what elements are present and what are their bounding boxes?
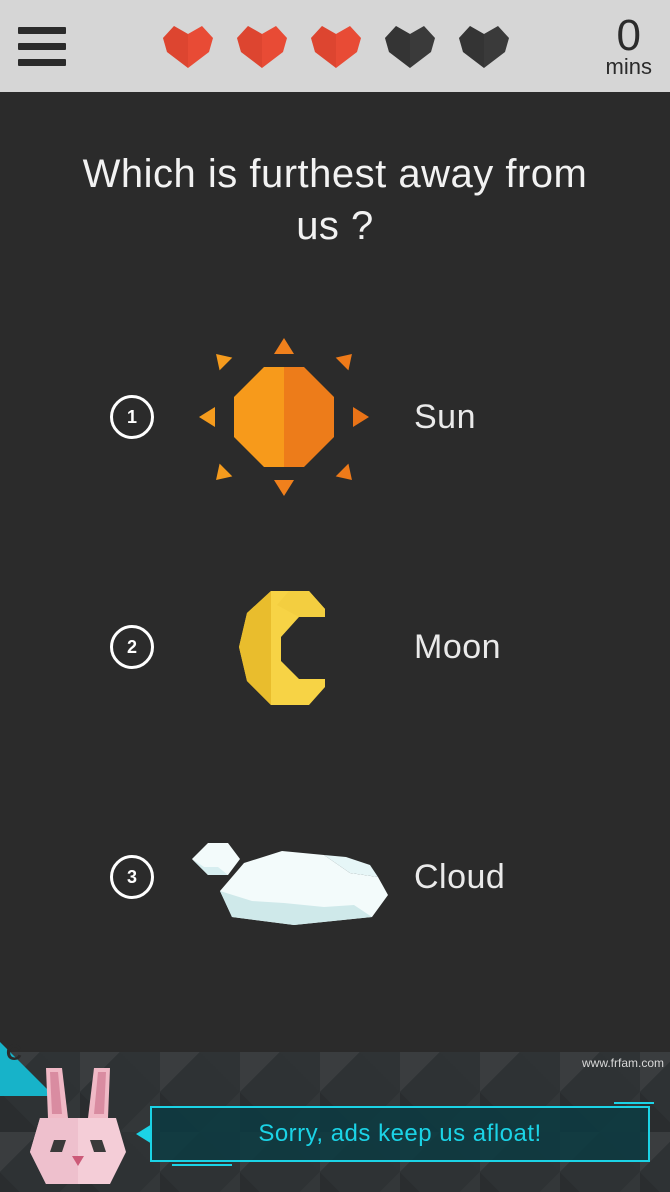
watermark: www.frfam.com: [582, 1056, 664, 1070]
option-number: 1: [110, 395, 154, 439]
speech-text: Sorry, ads keep us afloat!: [258, 1120, 541, 1148]
bunny-avatar-icon[interactable]: [18, 1060, 138, 1190]
option-number: 2: [110, 625, 154, 669]
option-sun[interactable]: 1 Sun: [40, 332, 630, 502]
lives-container: [161, 22, 511, 70]
sun-icon: [154, 332, 414, 502]
cloud-icon: [154, 792, 414, 962]
heart-empty-icon: [383, 22, 437, 70]
footer: C Sorry, ads keep us afloat!: [0, 1052, 670, 1192]
option-label: Sun: [414, 398, 630, 437]
option-label: Cloud: [414, 858, 630, 897]
timer-unit: mins: [606, 56, 652, 78]
heart-full-icon: [235, 22, 289, 70]
menu-button[interactable]: [18, 27, 66, 66]
option-number: 3: [110, 855, 154, 899]
question-text: Which is furthest away from us ?: [0, 92, 670, 272]
moon-icon: [154, 562, 414, 732]
timer: 0 mins: [606, 14, 652, 78]
option-cloud[interactable]: 3 Cloud: [40, 792, 630, 962]
option-moon[interactable]: 2 Moon: [40, 562, 630, 732]
option-label: Moon: [414, 628, 630, 667]
top-bar: 0 mins: [0, 0, 670, 92]
heart-full-icon: [309, 22, 363, 70]
speech-bubble[interactable]: Sorry, ads keep us afloat!: [150, 1106, 650, 1162]
timer-value: 0: [606, 14, 652, 58]
heart-empty-icon: [457, 22, 511, 70]
options-list: 1 Sun 2 Moon 3: [0, 272, 670, 962]
heart-full-icon: [161, 22, 215, 70]
